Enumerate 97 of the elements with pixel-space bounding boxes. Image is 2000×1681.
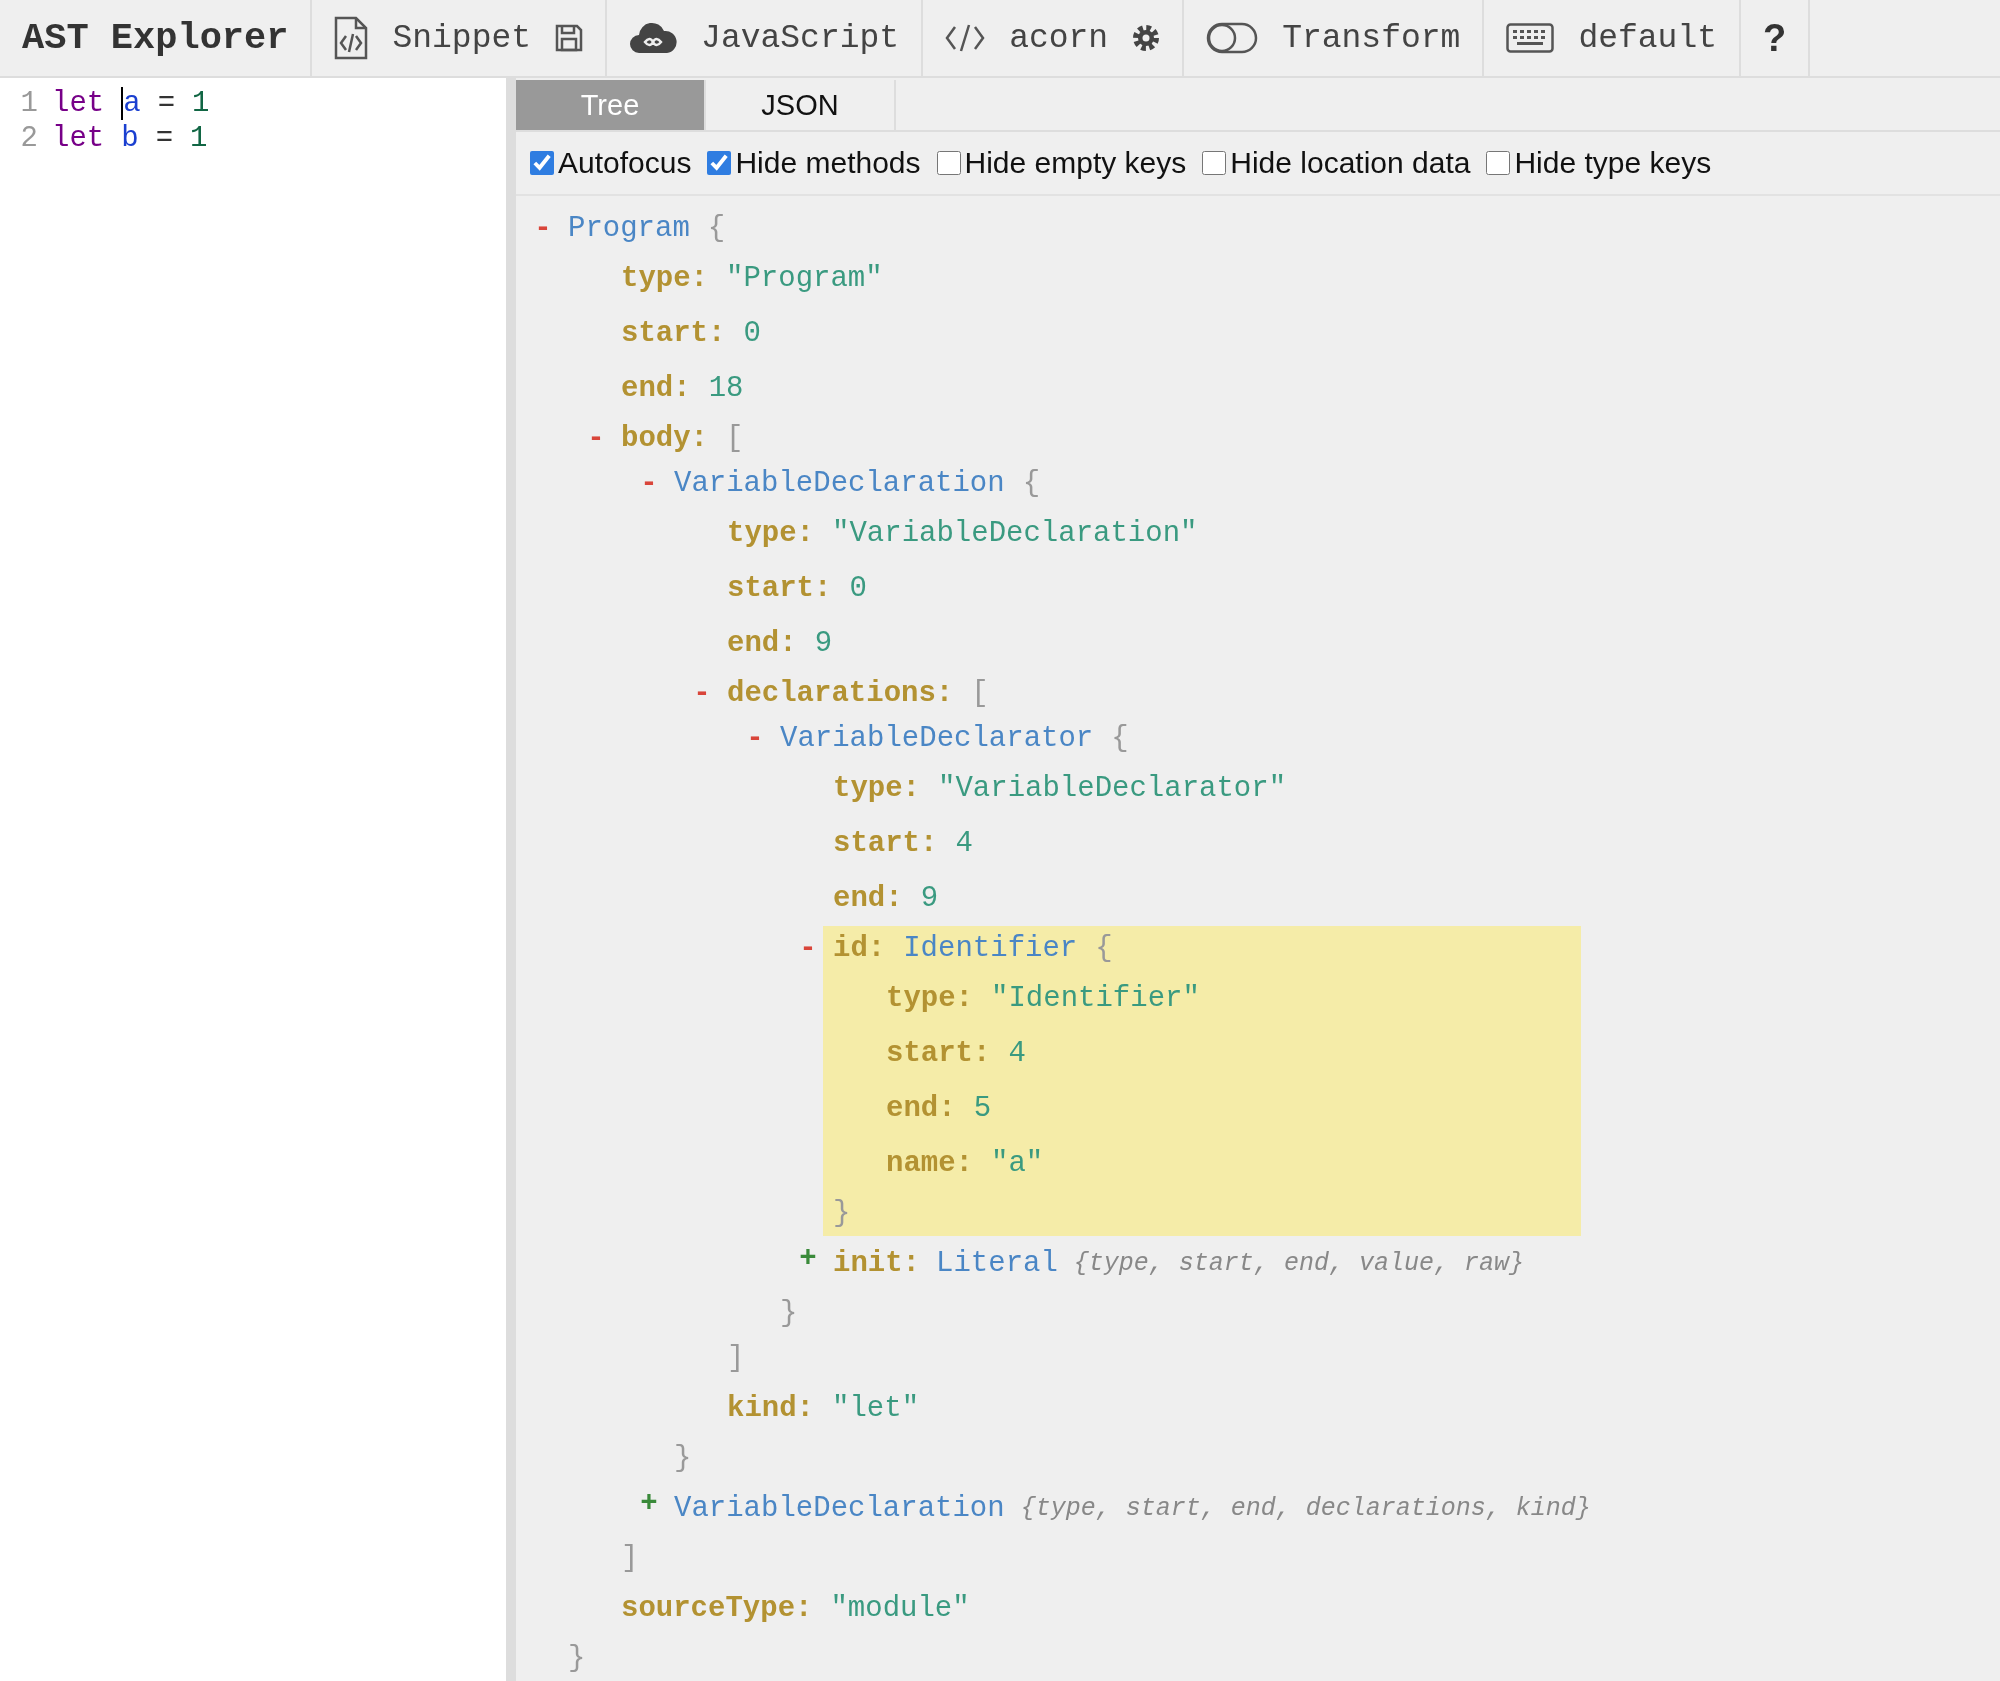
toggle-button[interactable]: - — [687, 671, 717, 716]
toggle-button[interactable]: + — [793, 1236, 823, 1281]
help-button[interactable]: ? — [1763, 16, 1787, 60]
line-number: 2 — [19, 122, 38, 155]
close-bracket: ] — [727, 1342, 745, 1375]
checkbox-label: Hide methods — [735, 146, 921, 181]
cloud-icon — [629, 21, 678, 55]
open-bracket: { — [1095, 932, 1113, 965]
node-summary: {type, start, end, declarations, kind} — [1020, 1494, 1591, 1523]
property-key: start: — [621, 317, 726, 350]
property-key: type: — [833, 772, 920, 805]
property-value: "Program" — [726, 262, 883, 295]
property-key: body: — [621, 422, 708, 455]
checkbox-label: Autofocus — [558, 146, 692, 181]
checkbox[interactable] — [1486, 151, 1511, 176]
code-token: 1 — [190, 122, 208, 155]
parser-menu[interactable]: acorn — [1009, 19, 1109, 57]
property-value: "VariableDeclarator" — [938, 772, 1287, 805]
property-value: 0 — [743, 317, 761, 350]
property-value: 9 — [920, 882, 939, 915]
node-type-name[interactable]: VariableDeclaration — [674, 467, 1005, 500]
line-number: 1 — [19, 87, 38, 120]
transform-menu[interactable]: Transform — [1282, 19, 1461, 57]
toggle-button[interactable]: - — [740, 716, 770, 761]
code-token: = — [155, 122, 174, 155]
toggle-button[interactable]: - — [528, 206, 558, 251]
property-value: "module" — [830, 1592, 970, 1625]
code-token: b — [121, 122, 139, 155]
node-type-name[interactable]: Literal — [936, 1247, 1058, 1280]
property-key: start: — [727, 572, 832, 605]
checkbox-label: Hide type keys — [1514, 146, 1712, 181]
checkbox[interactable] — [936, 151, 961, 176]
code-icon — [945, 23, 986, 53]
node-type-name[interactable]: Identifier — [903, 932, 1078, 965]
checkbox[interactable] — [707, 151, 732, 176]
open-bracket: [ — [726, 422, 744, 455]
node-type-name[interactable]: VariableDeclaration — [674, 1492, 1005, 1525]
toggle-button[interactable]: + — [634, 1481, 664, 1526]
toggle-button[interactable]: - — [793, 926, 823, 971]
property-key: start: — [833, 827, 938, 860]
open-bracket: { — [707, 212, 726, 245]
keymap-menu[interactable]: default — [1578, 19, 1717, 57]
close-bracket: } — [674, 1442, 692, 1475]
property-key: init: — [833, 1247, 920, 1280]
close-bracket: } — [833, 1197, 851, 1230]
toggle-button[interactable]: - — [581, 416, 611, 461]
node-type-name[interactable]: VariableDeclarator — [780, 722, 1094, 755]
language-menu[interactable]: JavaScript — [701, 19, 900, 57]
code-token: let — [52, 122, 105, 155]
open-bracket: [ — [971, 677, 989, 710]
property-value: "Identifier" — [991, 982, 1200, 1015]
property-value: 9 — [814, 627, 833, 660]
file-code-icon — [334, 16, 369, 60]
property-key: name: — [886, 1147, 973, 1180]
code-token: let — [52, 87, 105, 120]
checkbox-label: Hide empty keys — [964, 146, 1187, 181]
property-key: end: — [833, 882, 903, 915]
toggle-icon[interactable] — [1206, 22, 1259, 54]
toggle-button[interactable]: - — [634, 461, 664, 506]
close-bracket: ] — [621, 1542, 639, 1575]
property-key: end: — [727, 627, 797, 660]
property-key: sourceType: — [621, 1592, 813, 1625]
property-value: "let" — [832, 1392, 920, 1425]
checkbox[interactable] — [1202, 151, 1227, 176]
close-bracket: } — [568, 1642, 586, 1675]
property-key: type: — [886, 982, 973, 1015]
property-key: id: — [833, 932, 886, 965]
checkbox-label: Hide location data — [1230, 146, 1471, 181]
snippet-menu[interactable]: Snippet — [392, 19, 532, 57]
property-value: 4 — [955, 827, 973, 860]
close-bracket: } — [780, 1297, 798, 1330]
property-key: type: — [727, 517, 814, 550]
view-tab[interactable]: Tree — [516, 80, 706, 131]
open-bracket: { — [1022, 467, 1041, 500]
property-value: 4 — [1008, 1037, 1026, 1070]
property-value: 0 — [849, 572, 867, 605]
property-value: 18 — [708, 372, 744, 405]
property-key: kind: — [727, 1392, 814, 1425]
code-token: 1 — [192, 87, 210, 120]
node-summary: {type, start, end, value, raw} — [1073, 1249, 1524, 1278]
property-value: 5 — [973, 1092, 992, 1125]
app-title: AST Explorer — [22, 17, 289, 59]
code-token: a — [121, 87, 141, 120]
keyboard-icon — [1506, 23, 1555, 53]
property-value: "VariableDeclaration" — [832, 517, 1198, 550]
node-type-name[interactable]: Program — [568, 212, 690, 245]
property-value: "a" — [991, 1147, 1044, 1180]
settings-icon[interactable] — [1132, 24, 1161, 52]
property-key: end: — [886, 1092, 956, 1125]
checkbox[interactable] — [530, 151, 554, 176]
property-key: start: — [886, 1037, 991, 1070]
property-key: type: — [621, 262, 708, 295]
property-key: declarations: — [727, 677, 954, 710]
save-icon[interactable] — [555, 24, 584, 52]
code-token: = — [157, 87, 176, 120]
property-key: end: — [621, 372, 691, 405]
open-bracket: { — [1111, 722, 1129, 755]
